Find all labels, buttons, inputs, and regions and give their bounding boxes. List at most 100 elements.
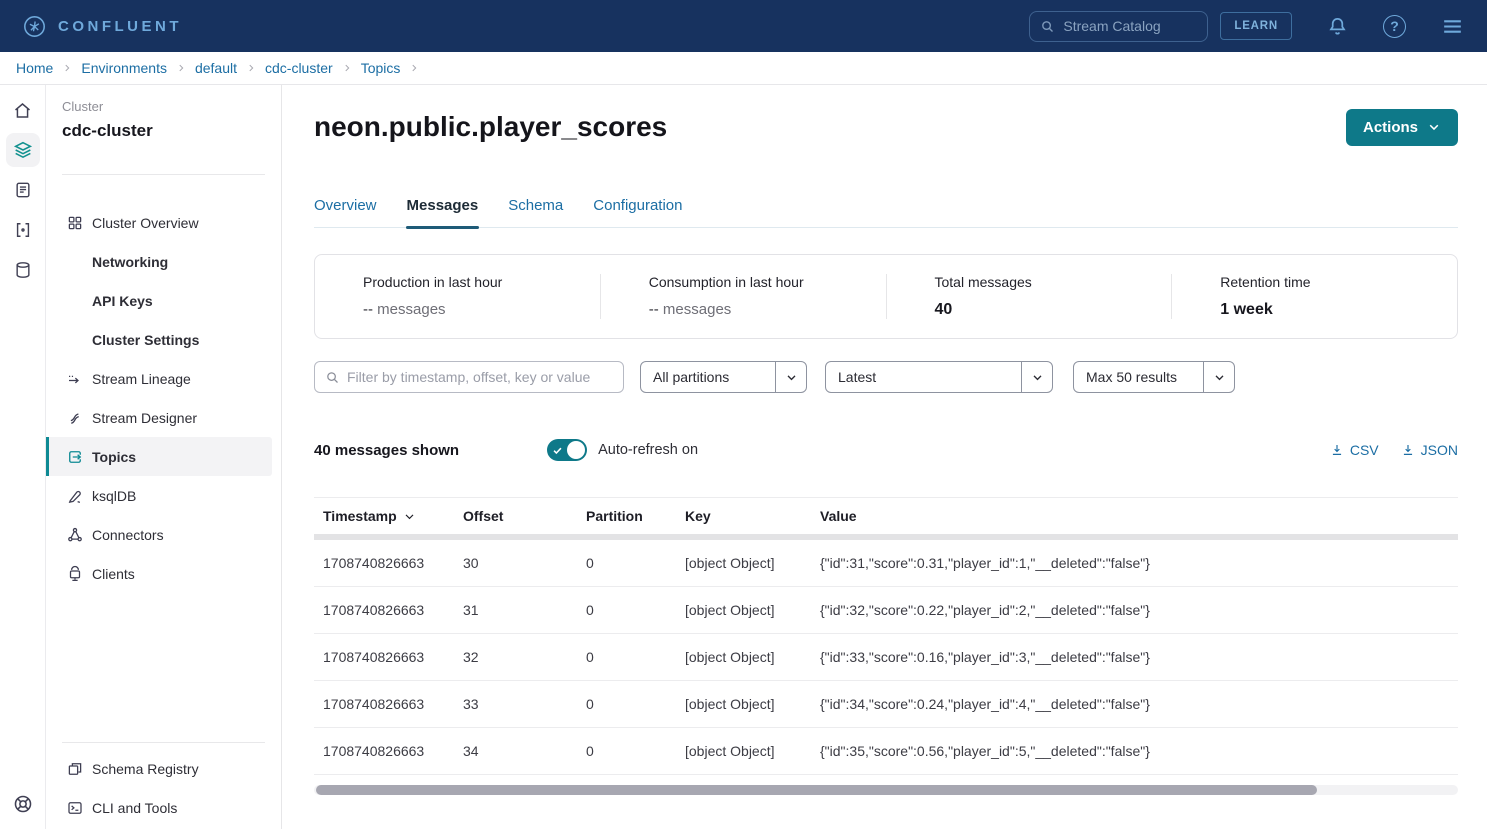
- environments-layers-icon[interactable]: [6, 133, 40, 167]
- home-icon[interactable]: [6, 93, 40, 127]
- download-icon: [1401, 443, 1415, 457]
- cell-key: [object Object]: [685, 649, 820, 665]
- limit-select[interactable]: Max 50 results: [1073, 361, 1235, 393]
- download-icon: [1330, 443, 1344, 457]
- stat-total-messages: Total messages 40: [886, 274, 1172, 319]
- message-filter-input[interactable]: [347, 369, 613, 385]
- sidebar-item-api-keys[interactable]: API Keys: [46, 281, 272, 320]
- cell-timestamp: 1708740826663: [323, 649, 463, 665]
- cell-offset: 30: [463, 555, 586, 571]
- database-icon[interactable]: [6, 253, 40, 287]
- hamburger-menu-icon[interactable]: [1440, 14, 1465, 39]
- download-csv-link[interactable]: CSV: [1330, 442, 1379, 458]
- sidebar-item-topics[interactable]: Topics: [46, 437, 272, 476]
- stream-catalog-input[interactable]: [1063, 18, 1197, 34]
- cell-partition: 0: [586, 696, 685, 712]
- table-row[interactable]: 1708740826663 30 0 [object Object] {"id"…: [314, 540, 1458, 587]
- breadcrumb-default[interactable]: default: [195, 60, 237, 76]
- sidebar-menu: Cluster Overview Networking API Keys Clu…: [62, 203, 281, 593]
- cell-value: {"id":31,"score":0.31,"player_id":1,"__d…: [820, 555, 1458, 571]
- sidebar-item-connectors[interactable]: Connectors: [46, 515, 272, 554]
- auto-refresh-toggle[interactable]: [547, 439, 587, 461]
- download-json-link[interactable]: JSON: [1401, 442, 1458, 458]
- sidebar-divider: [62, 742, 265, 743]
- topic-tabs: Overview Messages Schema Configuration: [314, 197, 1458, 228]
- chevron-down-icon: [1021, 362, 1052, 392]
- sort-chevron-down-icon: [403, 510, 416, 523]
- horizontal-scrollbar-track[interactable]: [314, 785, 1458, 795]
- horizontal-scrollbar-thumb[interactable]: [316, 785, 1317, 795]
- stat-suffix: messages: [663, 301, 731, 318]
- top-navbar: CONFLUENT LEARN ?: [0, 0, 1487, 52]
- sidebar-item-label: Schema Registry: [92, 761, 199, 777]
- chevron-right-icon: [409, 63, 419, 73]
- sidebar-item-networking[interactable]: Networking: [46, 242, 272, 281]
- column-header-timestamp[interactable]: Timestamp: [323, 508, 463, 524]
- notifications-bell-icon[interactable]: [1326, 15, 1349, 38]
- billing-document-icon[interactable]: [6, 173, 40, 207]
- table-row[interactable]: 1708740826663 34 0 [object Object] {"id"…: [314, 728, 1458, 775]
- sidebar-item-stream-lineage[interactable]: Stream Lineage: [46, 359, 272, 398]
- chevron-down-icon: [1203, 362, 1234, 392]
- sidebar-item-stream-designer[interactable]: Stream Designer: [46, 398, 272, 437]
- confluent-brand[interactable]: CONFLUENT: [22, 14, 182, 39]
- breadcrumb-home[interactable]: Home: [16, 60, 53, 76]
- partition-select[interactable]: All partitions: [640, 361, 807, 393]
- cell-key: [object Object]: [685, 602, 820, 618]
- table-row[interactable]: 1708740826663 31 0 [object Object] {"id"…: [314, 587, 1458, 634]
- terminal-icon: [66, 799, 84, 817]
- tab-schema[interactable]: Schema: [508, 197, 563, 227]
- column-header-key[interactable]: Key: [685, 508, 820, 524]
- sidebar-item-ksqldb[interactable]: ksqlDB: [46, 476, 272, 515]
- learn-button[interactable]: LEARN: [1220, 12, 1292, 40]
- topics-icon: [66, 448, 84, 466]
- topic-stats-card: Production in last hour -- messages Cons…: [314, 254, 1458, 339]
- stream-designer-icon: [66, 409, 84, 427]
- support-lifering-icon[interactable]: [6, 787, 40, 821]
- breadcrumb-environments[interactable]: Environments: [81, 60, 167, 76]
- cell-key: [object Object]: [685, 743, 820, 759]
- sidebar-item-clients[interactable]: Clients: [46, 554, 272, 593]
- column-header-value[interactable]: Value: [820, 508, 1458, 524]
- column-header-offset[interactable]: Offset: [463, 508, 586, 524]
- tab-overview[interactable]: Overview: [314, 197, 377, 227]
- search-icon: [1040, 19, 1055, 34]
- table-header-row: Timestamp Offset Partition Key Value: [314, 498, 1458, 534]
- stream-catalog-search[interactable]: [1029, 11, 1208, 42]
- stat-consumption: Consumption in last hour -- messages: [600, 274, 886, 319]
- help-icon[interactable]: ?: [1383, 15, 1406, 38]
- order-select[interactable]: Latest: [825, 361, 1053, 393]
- sidebar-divider: [62, 174, 265, 175]
- sidebar-item-label: CLI and Tools: [92, 800, 177, 816]
- clients-monitor-icon: [66, 565, 84, 583]
- tab-configuration[interactable]: Configuration: [593, 197, 682, 227]
- breadcrumb-topics[interactable]: Topics: [361, 60, 401, 76]
- schema-registry-icon: [66, 760, 84, 778]
- cell-key: [object Object]: [685, 696, 820, 712]
- column-header-partition[interactable]: Partition: [586, 508, 685, 524]
- cluster-label: Cluster: [62, 99, 281, 114]
- chevron-right-icon: [176, 63, 186, 73]
- sidebar-item-cli-and-tools[interactable]: CLI and Tools: [46, 788, 272, 827]
- tab-messages[interactable]: Messages: [407, 197, 479, 227]
- sidebar-item-schema-registry[interactable]: Schema Registry: [46, 749, 272, 788]
- sidebar-item-label: Topics: [92, 449, 136, 465]
- cell-key: [object Object]: [685, 555, 820, 571]
- table-row[interactable]: 1708740826663 32 0 [object Object] {"id"…: [314, 634, 1458, 681]
- sidebar-item-cluster-overview[interactable]: Cluster Overview: [46, 203, 272, 242]
- cell-partition: 0: [586, 649, 685, 665]
- cluster-name: cdc-cluster: [62, 121, 281, 141]
- stat-value: 40: [935, 301, 1172, 319]
- messages-table: Timestamp Offset Partition Key Value 170…: [314, 497, 1458, 795]
- table-row[interactable]: 1708740826663 33 0 [object Object] {"id"…: [314, 681, 1458, 728]
- actions-button[interactable]: Actions: [1346, 109, 1458, 146]
- messages-status-row: 40 messages shown Auto-refresh on CSV: [314, 439, 1458, 461]
- sidebar-item-cluster-settings[interactable]: Cluster Settings: [46, 320, 272, 359]
- cell-offset: 32: [463, 649, 586, 665]
- message-filter-search[interactable]: [314, 361, 624, 393]
- messages-shown-count: 40 messages shown: [314, 442, 459, 459]
- cluster-sidebar: Cluster cdc-cluster Cluster Overview Net…: [46, 85, 282, 829]
- toggle-knob: [567, 441, 585, 459]
- breadcrumb-cdc-cluster[interactable]: cdc-cluster: [265, 60, 333, 76]
- flow-brackets-icon[interactable]: [6, 213, 40, 247]
